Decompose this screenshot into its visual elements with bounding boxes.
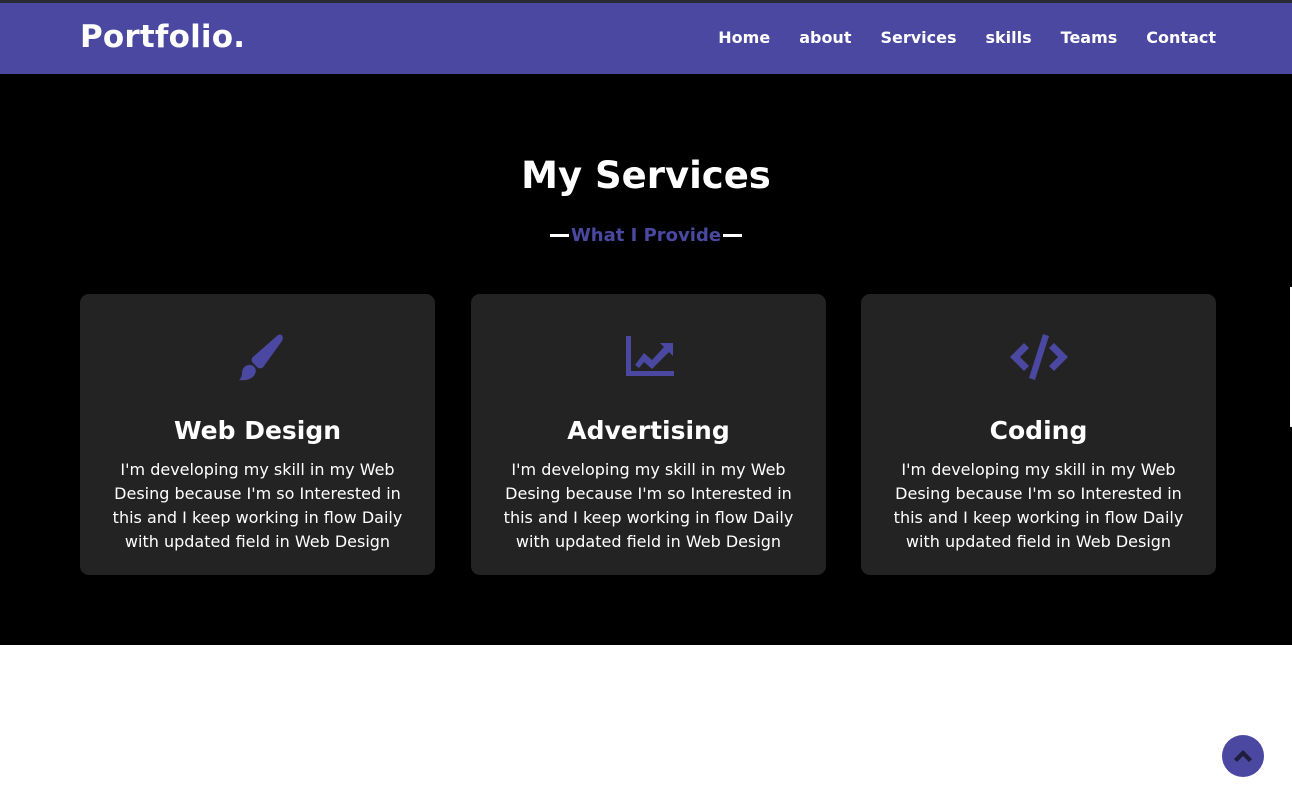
card-title: Advertising — [567, 416, 730, 445]
navbar: Portfolio. Home about Services skills Te… — [0, 3, 1292, 74]
subtitle-dash-left — [549, 234, 569, 237]
card-title: Coding — [989, 416, 1088, 445]
code-icon — [861, 328, 1216, 386]
services-section: My Services What I Provide Web Design I'… — [0, 74, 1292, 645]
scroll-to-top-button[interactable] — [1222, 735, 1264, 777]
nav-link-contact[interactable]: Contact — [1146, 28, 1216, 47]
section-subtitle-row: What I Provide — [0, 225, 1292, 246]
card-description: I'm developing my skill in my Web Desing… — [112, 460, 403, 551]
chevron-up-icon — [1234, 750, 1252, 762]
nav-link-about[interactable]: about — [799, 28, 851, 47]
chart-line-icon — [471, 328, 826, 386]
section-title: My Services — [521, 154, 771, 197]
nav-menu: Home about Services skills Teams Contact — [718, 28, 1216, 47]
card-title: Web Design — [173, 416, 342, 445]
card-description: I'm developing my skill in my Web Desing… — [503, 460, 794, 551]
nav-link-teams[interactable]: Teams — [1061, 28, 1118, 47]
nav-link-services[interactable]: Services — [880, 28, 956, 47]
logo[interactable]: Portfolio. — [80, 19, 245, 55]
service-card-web-design: Web Design I'm developing my skill in my… — [80, 294, 435, 575]
section-subtitle: What I Provide — [570, 225, 722, 246]
nav-link-home[interactable]: Home — [718, 28, 770, 47]
service-card-coding: Coding I'm developing my skill in my Web… — [861, 294, 1216, 575]
card-description: I'm developing my skill in my Web Desing… — [893, 460, 1184, 551]
paint-brush-icon — [80, 328, 435, 386]
service-card-advertising: Advertising I'm developing my skill in m… — [471, 294, 826, 575]
nav-link-skills[interactable]: skills — [986, 28, 1032, 47]
subtitle-dash-right — [723, 234, 743, 237]
